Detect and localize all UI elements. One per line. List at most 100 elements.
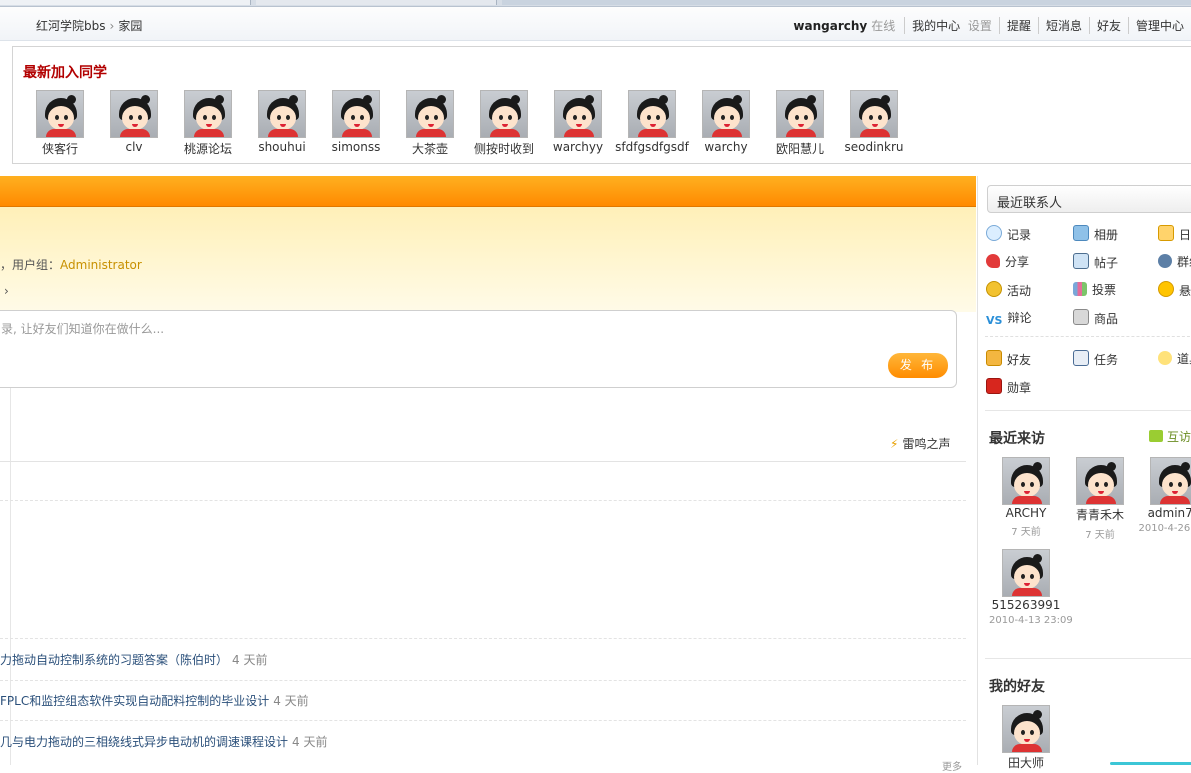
avatar[interactable] (1002, 549, 1050, 597)
app-friends[interactable]: 好友 (986, 350, 1031, 368)
avatar[interactable] (110, 90, 158, 138)
avatar[interactable] (1002, 457, 1050, 505)
member-name[interactable]: clv (97, 140, 171, 154)
handshake-icon (986, 350, 1002, 366)
visitor-name[interactable]: admin78 (1137, 506, 1191, 520)
app-magic[interactable]: 道具 (1158, 350, 1191, 367)
app-share[interactable]: 分享 (986, 253, 1029, 270)
new-member-item[interactable]: simonss (319, 90, 393, 154)
member-name[interactable]: simonss (319, 140, 393, 154)
user-group-value[interactable]: Administrator (60, 258, 142, 272)
browser-tab-strip (0, 0, 1191, 7)
avatar[interactable] (1076, 457, 1124, 505)
reminder-link[interactable]: 提醒 (998, 17, 1038, 34)
avatar[interactable] (776, 90, 824, 138)
messages-link[interactable]: 短消息 (1037, 17, 1089, 34)
avatar[interactable] (184, 90, 232, 138)
app-debate[interactable]: VS 辩论 (986, 309, 1031, 327)
mutual-visit-icon (1149, 430, 1163, 442)
group-people-icon (1158, 254, 1172, 268)
avatar[interactable] (258, 90, 306, 138)
new-member-item[interactable]: 侧按时收到 (467, 90, 541, 157)
app-poll[interactable]: 投票 (1073, 281, 1116, 298)
app-medal[interactable]: 勋章 (986, 378, 1031, 396)
avatar[interactable] (702, 90, 750, 138)
member-name[interactable]: 侧按时收到 (467, 140, 541, 157)
feed-item-link[interactable]: 力拖动自动控制系统的习题答案（陈伯时） (0, 653, 228, 667)
visitor-name[interactable]: ARCHY (989, 506, 1063, 520)
avatar[interactable] (480, 90, 528, 138)
app-group[interactable]: 群组 (1158, 253, 1191, 270)
member-name[interactable]: seodinkru (837, 140, 911, 154)
app-goods[interactable]: 商品 (1073, 309, 1118, 327)
friend-item[interactable]: 田大师 (989, 705, 1063, 771)
recent-contacts-label: 最近联系人 (997, 196, 1063, 211)
username-link[interactable]: wangarchy (793, 19, 867, 33)
new-member-item[interactable]: seodinkru (837, 90, 911, 154)
breadcrumb-separator: › (109, 19, 115, 33)
app-reward-label: 悬赏 (1179, 284, 1191, 298)
avatar[interactable] (850, 90, 898, 138)
visitor-item[interactable]: 青青禾木 7 天前 (1063, 457, 1137, 541)
new-member-item[interactable]: shouhui (245, 90, 319, 154)
member-name[interactable]: 欧阳慧儿 (763, 140, 837, 157)
app-thread[interactable]: 帖子 (1073, 253, 1118, 271)
new-member-item[interactable]: warchyy (541, 90, 615, 154)
status-input-box[interactable]: 录, 让好友们知道你在做什么... 发 布 (0, 310, 957, 388)
breadcrumb-site-link[interactable]: 红河学院bbs (36, 19, 106, 33)
feed-item-link[interactable]: 几与电力拖动的三相绕线式异步电动机的调速课程设计 (0, 735, 288, 749)
avatar[interactable] (554, 90, 602, 138)
feed-item-link[interactable]: FPLC和监控组态软件实现自动配料控制的毕业设计 (0, 694, 269, 708)
app-activity[interactable]: 活动 (986, 281, 1031, 299)
new-member-item[interactable]: 欧阳慧儿 (763, 90, 837, 157)
settings-link[interactable]: 设置 (968, 17, 992, 34)
app-record[interactable]: 记录 (986, 225, 1031, 243)
visitor-item[interactable]: admin78 2010-4-26 14: (1137, 457, 1191, 534)
avatar[interactable] (1150, 457, 1191, 505)
visitor-name[interactable]: 青青禾木 (1063, 506, 1137, 523)
member-name[interactable]: 侠客行 (23, 140, 97, 157)
more-link[interactable]: 更多 (942, 758, 962, 773)
member-name[interactable]: 桃源论坛 (171, 140, 245, 157)
my-center-link[interactable]: 我的中心 设置 (904, 17, 999, 34)
new-member-item[interactable]: warchy (689, 90, 763, 154)
member-name[interactable]: warchy (689, 140, 763, 154)
app-reward[interactable]: 悬赏 (1158, 281, 1191, 299)
friend-name[interactable]: 田大师 (989, 754, 1063, 771)
avatar[interactable] (1002, 705, 1050, 753)
member-name[interactable]: shouhui (245, 140, 319, 154)
visitor-item[interactable]: ARCHY 7 天前 (989, 457, 1063, 538)
expand-arrow[interactable]: › (4, 284, 9, 298)
member-name[interactable]: sfdfgsdfgsdf (615, 140, 689, 154)
thunder-voice-link[interactable]: ⚡ 雷鸣之声 (890, 435, 950, 452)
thunder-voice-label: 雷鸣之声 (902, 437, 951, 451)
publish-button[interactable]: 发 布 (888, 353, 948, 378)
avatar[interactable] (628, 90, 676, 138)
visitor-name[interactable]: 515263991 (989, 598, 1063, 612)
app-blog[interactable]: 日志 (1158, 225, 1191, 243)
new-member-item[interactable]: 侠客行 (23, 90, 97, 157)
avatar[interactable] (332, 90, 380, 138)
mutual-visit-link[interactable]: 互访 (1149, 428, 1191, 445)
new-member-item[interactable]: 桃源论坛 (171, 90, 245, 157)
avatar[interactable] (36, 90, 84, 138)
app-album[interactable]: 相册 (1073, 225, 1118, 243)
app-thread-label: 帖子 (1094, 256, 1119, 270)
visitor-item[interactable]: 515263991 2010-4-13 23:09 (989, 549, 1073, 626)
member-name[interactable]: 大茶壶 (393, 140, 467, 157)
recent-contacts-dropdown[interactable]: 最近联系人 (987, 185, 1191, 213)
user-group-label: ，用户组： (0, 258, 61, 272)
avatar[interactable] (406, 90, 454, 138)
friends-link[interactable]: 好友 (1088, 17, 1128, 34)
member-name[interactable]: warchyy (541, 140, 615, 154)
gold-coin-icon (1158, 281, 1174, 297)
app-task[interactable]: 任务 (1073, 350, 1118, 368)
new-member-item[interactable]: clv (97, 90, 171, 154)
browser-tab[interactable] (0, 0, 251, 5)
breadcrumb-home-link[interactable]: 家园 (118, 19, 142, 33)
browser-tab-active[interactable] (502, 0, 1191, 5)
browser-tab[interactable] (256, 0, 497, 5)
new-member-item[interactable]: sfdfgsdfgsdf (615, 90, 689, 154)
admin-center-link[interactable]: 管理中心 (1127, 17, 1191, 34)
new-member-item[interactable]: 大茶壶 (393, 90, 467, 157)
